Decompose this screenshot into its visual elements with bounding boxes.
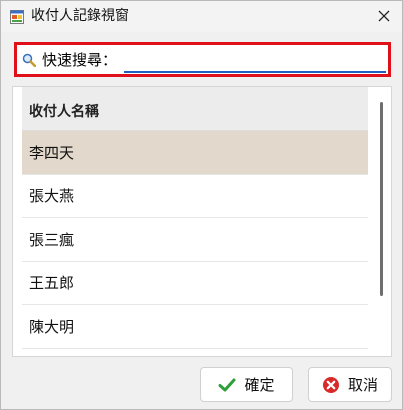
list-item[interactable]: 張大燕 xyxy=(22,174,368,218)
quick-search-bar: 快速搜尋： xyxy=(14,42,391,77)
column-header-payee-name[interactable]: 收付人名稱 xyxy=(22,87,368,131)
confirm-button[interactable]: 確定 xyxy=(200,367,293,402)
list-item-label: 李四天 xyxy=(29,143,75,162)
list-item-label: 張大燕 xyxy=(29,187,75,206)
close-icon xyxy=(378,7,390,26)
list-item-label: 陳大明 xyxy=(29,317,75,336)
list-rows: 李四天 張大燕 張三瘋 王五郎 陳大明 xyxy=(22,131,368,349)
scrollbar-thumb[interactable] xyxy=(380,102,383,296)
quick-search-input[interactable] xyxy=(124,48,386,73)
cancel-button[interactable]: 取消 xyxy=(308,367,392,402)
list-item[interactable]: 李四天 xyxy=(22,131,368,175)
list-item-label: 王五郎 xyxy=(29,274,75,293)
list-item[interactable]: 王五郎 xyxy=(22,261,368,305)
close-button[interactable] xyxy=(366,1,402,32)
form-app-icon xyxy=(10,9,24,24)
title-bar: 收付人記錄視窗 xyxy=(1,1,402,32)
quick-search-label: 快速搜尋： xyxy=(42,51,118,69)
payee-record-window: 收付人記錄視窗 快速搜尋： 收付人名稱 李四天 張大燕 張三瘋 王五郎 陳大明 … xyxy=(0,0,403,410)
list-item-label: 張三瘋 xyxy=(29,230,75,249)
column-header-label: 收付人名稱 xyxy=(29,104,99,120)
cancel-circle-icon xyxy=(322,376,340,394)
checkmark-icon xyxy=(218,376,236,394)
window-title: 收付人記錄視窗 xyxy=(31,8,129,24)
payee-list: 收付人名稱 李四天 張大燕 張三瘋 王五郎 陳大明 xyxy=(12,86,392,357)
list-item[interactable]: 陳大明 xyxy=(22,305,368,349)
vertical-scrollbar[interactable] xyxy=(371,87,391,356)
list-item[interactable]: 張三瘋 xyxy=(22,218,368,262)
cancel-button-label: 取消 xyxy=(347,376,378,394)
magnifier-icon xyxy=(22,52,37,68)
confirm-button-label: 確定 xyxy=(244,376,275,394)
